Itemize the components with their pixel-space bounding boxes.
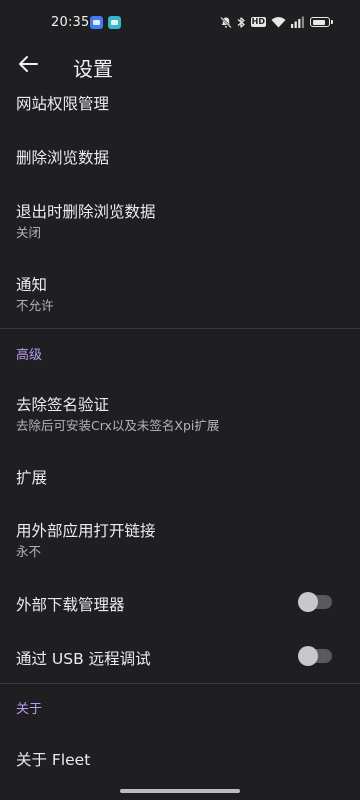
list-item-extensions[interactable]: 扩展 (0, 454, 360, 500)
list-item-subtitle: 不允许 (16, 298, 54, 313)
list-item-title: 网站权限管理 (16, 95, 110, 113)
list-item-clear-browsing-data[interactable]: 删除浏览数据 (0, 132, 360, 184)
list-item-title: 扩展 (16, 469, 48, 487)
switch-thumb (298, 592, 318, 612)
list-item-usb-remote-debugging[interactable]: 通过 USB 远程调试 (0, 634, 360, 680)
section-header-advanced: 高级 (16, 348, 43, 363)
list-item-title: 通过 USB 远程调试 (16, 650, 151, 668)
list-item-title: 退出时删除浏览数据 (16, 203, 156, 221)
list-item-external-download-manager[interactable]: 外部下载管理器 (0, 580, 360, 626)
switch-thumb (298, 646, 318, 666)
list-item-about-fleet[interactable]: 关于 Fleet (0, 734, 360, 782)
list-item-remove-signature-check[interactable]: 去除签名验证 去除后可安装Crx以及未签名Xpi扩展 (0, 380, 360, 442)
external-download-manager-toggle[interactable] (298, 592, 332, 612)
list-item-clear-on-exit[interactable]: 退出时删除浏览数据 关闭 (0, 186, 360, 248)
usb-remote-debugging-toggle[interactable] (298, 646, 332, 666)
list-item-title: 通知 (16, 276, 48, 294)
list-item-notifications[interactable]: 通知 不允许 (0, 260, 360, 322)
list-item-title: 用外部应用打开链接 (16, 522, 156, 540)
list-item-open-links-externally[interactable]: 用外部应用打开链接 永不 (0, 508, 360, 570)
section-header-about: 关于 (16, 702, 43, 717)
list-item-site-permissions[interactable]: 网站权限管理 (0, 88, 360, 120)
settings-list: 网站权限管理 删除浏览数据 退出时删除浏览数据 关闭 通知 不允许 高级 去除签… (0, 0, 360, 800)
divider (0, 683, 360, 684)
list-item-title: 删除浏览数据 (16, 149, 110, 167)
list-item-subtitle: 永不 (16, 544, 42, 559)
divider (0, 328, 360, 329)
list-item-title: 关于 Fleet (16, 751, 91, 769)
list-item-title: 去除签名验证 (16, 396, 110, 414)
gesture-bar[interactable] (120, 789, 240, 793)
list-item-title: 外部下载管理器 (16, 596, 125, 614)
list-item-subtitle: 关闭 (16, 225, 42, 240)
list-item-subtitle: 去除后可安装Crx以及未签名Xpi扩展 (16, 418, 220, 433)
